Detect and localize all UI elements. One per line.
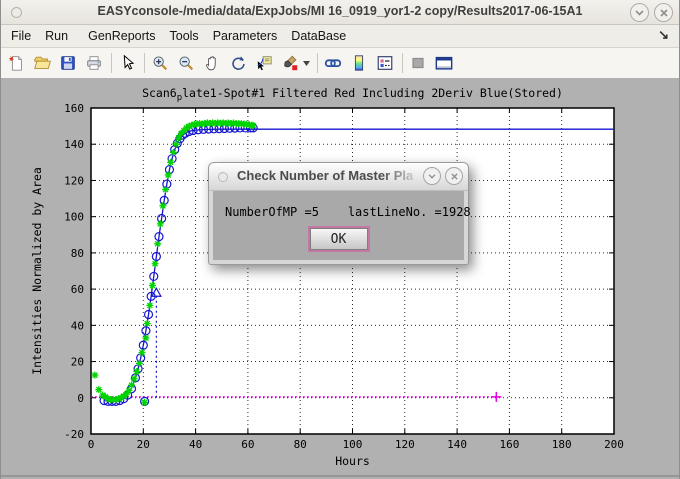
zoom-out-icon[interactable]: [175, 52, 197, 74]
hide-plot-tools-icon[interactable]: [407, 52, 429, 74]
menu-tools[interactable]: Tools: [170, 29, 199, 43]
dialog-menu-icon[interactable]: [218, 172, 228, 182]
data-cursor-icon[interactable]: [253, 52, 275, 74]
easyconsole-window: EASYconsole-/media/data/ExpJobs/MI 16_09…: [0, 0, 680, 479]
svg-text:60: 60: [241, 438, 254, 451]
svg-text:20: 20: [137, 438, 150, 451]
link-plots-icon[interactable]: [322, 52, 344, 74]
toolbar: [1, 48, 679, 79]
chevron-down-icon: [635, 10, 644, 16]
svg-text:40: 40: [189, 438, 202, 451]
svg-text:40: 40: [71, 319, 84, 332]
minimize-button[interactable]: [630, 3, 649, 22]
close-icon: [660, 9, 668, 17]
save-figure-icon[interactable]: [57, 52, 79, 74]
menu-run[interactable]: Run: [45, 29, 68, 43]
dialog-titlebar[interactable]: Check Number of Master Pla: [209, 163, 468, 191]
svg-text:0: 0: [88, 438, 95, 451]
open-file-icon[interactable]: [31, 52, 53, 74]
dialog-close-button[interactable]: [445, 167, 463, 185]
dialog-minimize-button[interactable]: [423, 167, 441, 185]
svg-text:100: 100: [64, 211, 84, 224]
brush-dropdown-caret[interactable]: [301, 52, 311, 74]
rotate-3d-icon[interactable]: [227, 52, 249, 74]
menu-database[interactable]: DataBase: [291, 29, 346, 43]
svg-text:160: 160: [499, 438, 519, 451]
ok-button[interactable]: OK: [310, 228, 368, 250]
close-button[interactable]: [654, 3, 673, 22]
check-master-plates-dialog: Check Number of Master Pla NumberOfMP =5…: [208, 162, 469, 265]
menu-parameters[interactable]: Parameters: [213, 29, 278, 43]
zoom-in-icon[interactable]: [149, 52, 171, 74]
svg-text:140: 140: [64, 138, 84, 151]
svg-text:60: 60: [71, 283, 84, 296]
svg-text:0: 0: [77, 392, 84, 405]
close-icon: [451, 173, 458, 180]
dialog-body: NumberOfMP =5 lastLineNo. =1928 OK: [213, 191, 464, 260]
svg-text:200: 200: [604, 438, 624, 451]
svg-text:-20: -20: [64, 428, 84, 441]
svg-text:100: 100: [343, 438, 363, 451]
x-axis-label: Hours: [335, 454, 370, 468]
svg-text:140: 140: [447, 438, 467, 451]
menu-file[interactable]: File: [11, 29, 31, 43]
svg-text:180: 180: [552, 438, 572, 451]
pointer-icon[interactable]: [116, 52, 138, 74]
svg-text:80: 80: [294, 438, 307, 451]
dock-figure-icon[interactable]: [433, 52, 455, 74]
chevron-down-icon: [428, 174, 436, 179]
svg-text:20: 20: [71, 356, 84, 369]
new-file-icon[interactable]: [5, 52, 27, 74]
svg-text:160: 160: [64, 102, 84, 115]
svg-text:120: 120: [395, 438, 415, 451]
svg-text:80: 80: [71, 247, 84, 260]
dialog-message: NumberOfMP =5 lastLineNo. =1928: [213, 205, 464, 219]
growth-curve-plot[interactable]: 0 20 40 60 80 100 120 140 160 180 200 -20 0 20 40 60 80 1…: [1, 78, 680, 475]
menubar: File Run GenReports Tools Parameters Dat…: [1, 25, 679, 48]
y-axis-label: Intensities Normalized by Area: [30, 167, 44, 375]
window-titlebar[interactable]: EASYconsole-/media/data/ExpJobs/MI 16_09…: [1, 0, 679, 25]
insert-colorbar-icon[interactable]: [348, 52, 370, 74]
figure-area: 0 20 40 60 80 100 120 140 160 180 200 -20 0 20 40 60 80 1…: [1, 78, 680, 477]
menu-genreports[interactable]: GenReports: [88, 29, 155, 43]
window-title: EASYconsole-/media/data/ExpJobs/MI 16_09…: [1, 4, 679, 18]
plot-title: Scan6plate1-Spot#1 Filtered Red Includin…: [142, 86, 563, 103]
dialog-title: Check Number of Master Pla: [237, 168, 427, 183]
svg-text:120: 120: [64, 174, 84, 187]
insert-legend-icon[interactable]: [374, 52, 396, 74]
brush-data-icon[interactable]: [279, 52, 301, 74]
print-figure-icon[interactable]: [83, 52, 105, 74]
pan-hand-icon[interactable]: [201, 52, 223, 74]
undock-menu-icon[interactable]: ↘: [658, 27, 669, 43]
